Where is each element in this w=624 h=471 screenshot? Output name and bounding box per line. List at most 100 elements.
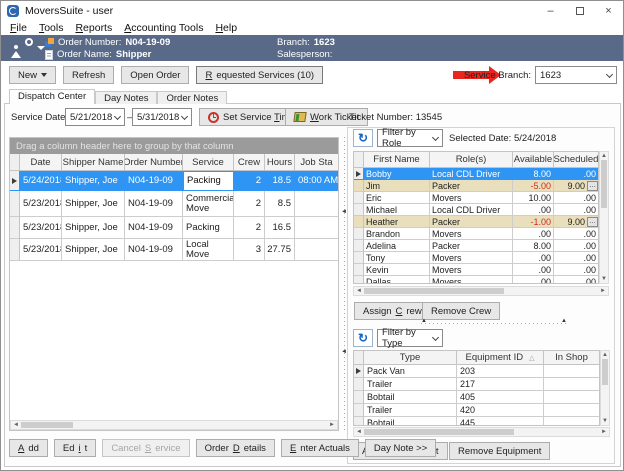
scroll-track[interactable]: [21, 421, 327, 429]
crew-refresh-button[interactable]: ↻: [353, 129, 373, 147]
crew-grid-row[interactable]: EricMovers10.00.00: [354, 192, 598, 204]
remove-equipment-button[interactable]: Remove Equipment: [449, 442, 550, 460]
orders-column-header[interactable]: Order Number: [125, 154, 183, 170]
crew-column-header[interactable]: Available: [513, 152, 554, 167]
equipment-grid-header: TypeEquipment ID△In Shop: [354, 351, 599, 365]
crew-grid-row[interactable]: KevinMovers.00.00: [354, 264, 598, 276]
group-by-band[interactable]: Drag a column header here to group by th…: [10, 138, 338, 154]
scroll-thumb[interactable]: [364, 288, 504, 294]
crew-column-header[interactable]: Role(s): [430, 152, 513, 167]
vertical-splitter[interactable]: [344, 137, 345, 431]
menu-accounting-tools[interactable]: Accounting Tools: [118, 22, 209, 34]
menu-reports[interactable]: Reports: [69, 22, 118, 34]
scroll-right-icon[interactable]: ►: [599, 428, 609, 436]
crew-grid-row[interactable]: HeatherPacker-1.009.00…: [354, 216, 598, 228]
day-note-button[interactable]: Day Note >>: [365, 439, 436, 457]
new-button[interactable]: New: [9, 66, 56, 84]
orders-grid-hscrollbar[interactable]: ◄ ►: [10, 420, 338, 430]
add-button[interactable]: Add: [9, 439, 48, 457]
crew-column-header[interactable]: Scheduled: [554, 152, 598, 167]
equipment-column-header[interactable]: Type: [364, 351, 457, 364]
scroll-left-icon[interactable]: ◄: [11, 421, 21, 429]
maximize-button[interactable]: [565, 1, 594, 21]
menu-tools[interactable]: Tools: [33, 22, 70, 34]
scheduled-more-button[interactable]: …: [587, 217, 598, 227]
crew-grid-row[interactable]: TonyMovers.00.00: [354, 252, 598, 264]
scroll-track[interactable]: [601, 359, 609, 417]
open-order-button[interactable]: Open Order: [121, 66, 189, 84]
scroll-left-icon[interactable]: ◄: [354, 428, 364, 436]
order-details-button[interactable]: Order Details: [196, 439, 275, 457]
tab-order-notes[interactable]: Order Notes: [157, 91, 227, 104]
orders-column-header[interactable]: Service: [183, 154, 234, 170]
new-dropdown-caret-icon[interactable]: [41, 73, 47, 77]
crew-grid-row[interactable]: BrandonMovers.00.00: [354, 228, 598, 240]
crew-grid-row[interactable]: MichaelLocal CDL Driver.00.00: [354, 204, 598, 216]
scroll-track[interactable]: [600, 160, 608, 275]
crew-filter-select[interactable]: Filter by Role: [377, 129, 443, 147]
service-date-to-select[interactable]: 5/31/2018: [132, 108, 192, 126]
horizontal-splitter[interactable]: [421, 323, 567, 324]
scroll-down-icon[interactable]: ▼: [600, 417, 610, 425]
splitter-collapse-up-icon[interactable]: ▲: [421, 318, 427, 324]
scroll-right-icon[interactable]: ►: [327, 421, 337, 429]
scroll-thumb[interactable]: [601, 160, 607, 208]
equipment-grid-row[interactable]: Bobtail405: [354, 391, 599, 404]
crew-grid-row[interactable]: JimPacker-5.009.00…: [354, 180, 598, 192]
equipment-grid-row[interactable]: Bobtail445: [354, 417, 599, 426]
equipment-grid-row[interactable]: Trailer420: [354, 404, 599, 417]
orders-grid-row[interactable]: 5/23/2018Shipper, JoeN04-19-09Local Move…: [10, 239, 338, 261]
close-button[interactable]: ×: [594, 1, 623, 21]
splitter-collapse-up-icon[interactable]: ▲: [561, 318, 567, 324]
title-bar[interactable]: MoversSuite - user – ×: [1, 1, 623, 21]
user-menu-icon[interactable]: [11, 38, 45, 58]
enter-actuals-button[interactable]: Enter Actuals: [281, 439, 359, 457]
equipment-column-header[interactable]: In Shop: [544, 351, 599, 364]
requested-services-button[interactable]: Requested Services (10): [196, 66, 323, 84]
tab-dispatch-center[interactable]: Dispatch Center: [9, 89, 95, 104]
scroll-up-icon[interactable]: ▲: [599, 152, 609, 160]
orders-grid-row[interactable]: 5/23/2018Shipper, JoeN04-19-09Packing216…: [10, 217, 338, 239]
edit-button[interactable]: Edit: [54, 439, 96, 457]
equipment-filter-select[interactable]: Filter by Type: [377, 329, 443, 347]
equipment-column-header[interactable]: Equipment ID△: [457, 351, 544, 364]
menu-file[interactable]: File: [4, 22, 33, 34]
crew-column-header[interactable]: First Name: [364, 152, 430, 167]
orders-column-header[interactable]: Crew: [234, 154, 265, 170]
service-date-from-select[interactable]: 5/21/2018: [65, 108, 125, 126]
crew-grid-hscrollbar[interactable]: ◄ ►: [353, 286, 609, 296]
scroll-thumb[interactable]: [602, 359, 608, 385]
crew-grid-vscrollbar[interactable]: ▲ ▼: [599, 151, 609, 284]
scroll-track[interactable]: [364, 428, 599, 436]
orders-grid-row[interactable]: 5/24/2018Shipper, JoeN04-19-09Packing218…: [10, 171, 338, 191]
menu-help[interactable]: Help: [209, 22, 243, 34]
scroll-right-icon[interactable]: ►: [598, 287, 608, 295]
equipment-grid-row[interactable]: Trailer217: [354, 378, 599, 391]
scroll-up-icon[interactable]: ▲: [600, 351, 610, 359]
crew-grid-row[interactable]: BobbyLocal CDL Driver8.00.00: [354, 168, 598, 180]
equipment-grid-vscrollbar[interactable]: ▲ ▼: [600, 350, 610, 426]
tab-day-notes[interactable]: Day Notes: [95, 91, 157, 104]
refresh-button[interactable]: Refresh: [63, 66, 114, 84]
remove-crew-button[interactable]: Remove Crew: [422, 302, 500, 320]
scroll-track[interactable]: [364, 287, 598, 295]
equipment-grid-hscrollbar[interactable]: ◄ ►: [353, 427, 610, 437]
scroll-thumb[interactable]: [364, 429, 514, 435]
orders-column-header[interactable]: Job Sta: [295, 154, 338, 170]
orders-column-header[interactable]: Date: [20, 154, 62, 170]
scroll-left-icon[interactable]: ◄: [354, 287, 364, 295]
assign-crew-button[interactable]: Assign Crew: [354, 302, 431, 320]
scroll-thumb[interactable]: [21, 422, 73, 428]
equipment-grid-row[interactable]: Pack Van203: [354, 365, 599, 378]
scheduled-more-button[interactable]: …: [587, 181, 598, 191]
crew-grid-row[interactable]: AdelinaPacker8.00.00: [354, 240, 598, 252]
orders-grid-row[interactable]: 5/23/2018Shipper, JoeN04-19-09Commercial…: [10, 191, 338, 217]
service-branch-select[interactable]: 1623: [535, 66, 617, 84]
minimize-button[interactable]: –: [536, 1, 565, 21]
cell-hours: 27.75: [265, 239, 295, 261]
crew-grid-row[interactable]: DallasMovers.00.00: [354, 276, 598, 284]
scroll-down-icon[interactable]: ▼: [599, 275, 609, 283]
equipment-refresh-button[interactable]: ↻: [353, 329, 373, 347]
orders-column-header[interactable]: Shipper Name: [62, 154, 125, 170]
orders-column-header[interactable]: Hours: [265, 154, 295, 170]
